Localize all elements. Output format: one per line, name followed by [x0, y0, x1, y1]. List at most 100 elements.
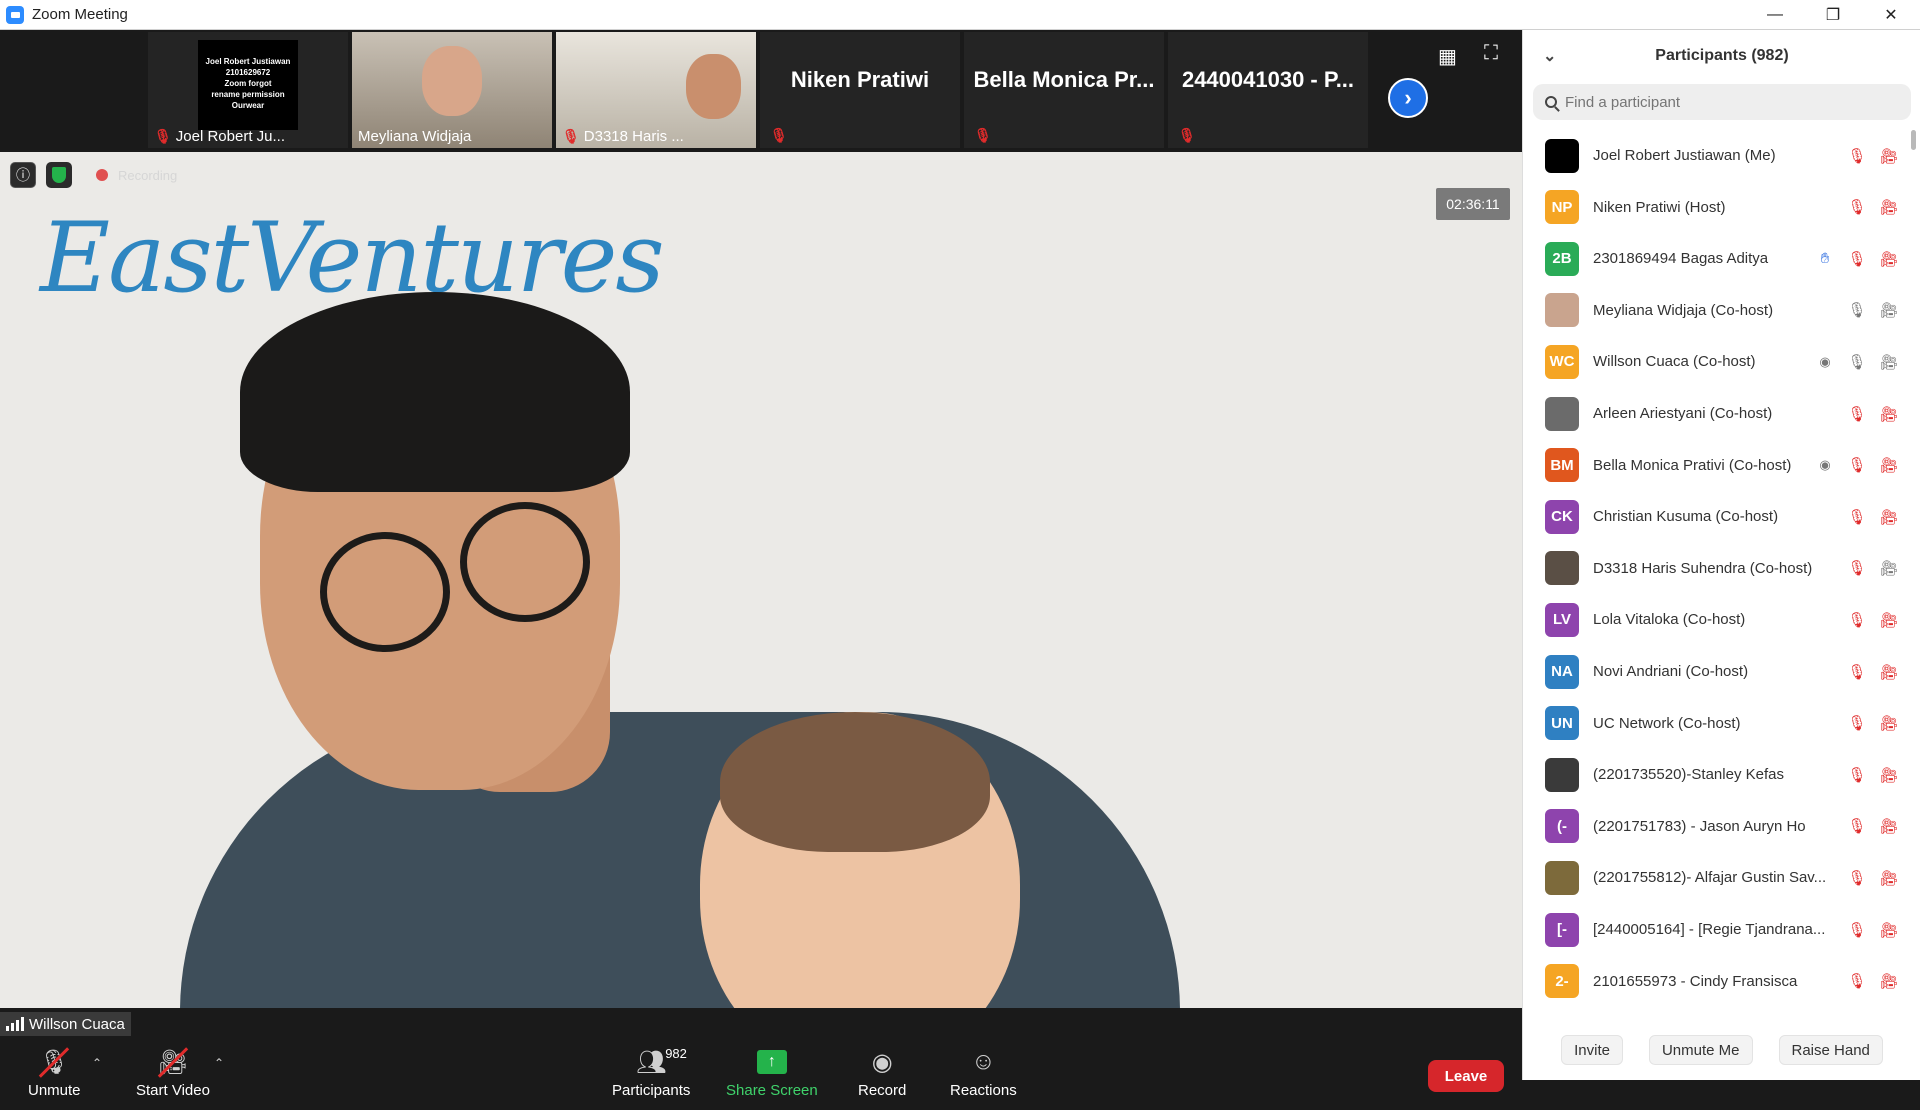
- video-off-icon: 🎥︎: [1879, 611, 1899, 629]
- reactions-button[interactable]: ☺ Reactions: [950, 1046, 1017, 1099]
- invite-button[interactable]: Invite: [1561, 1035, 1623, 1065]
- participant-row[interactable]: (- (2201751783) - Jason Auryn Ho 🎙︎ 🎥︎: [1523, 801, 1913, 852]
- panel-footer: Invite Unmute Me Raise Hand: [1523, 1020, 1920, 1080]
- thumbnail-meyliana[interactable]: Meyliana Widjaja: [352, 32, 552, 148]
- zoom-app-icon: [6, 5, 24, 24]
- restore-button[interactable]: ❐: [1804, 0, 1862, 30]
- thumbnail-label: 2440041030 - P...: [1181, 67, 1355, 92]
- participant-list-scrollbar[interactable]: [1911, 130, 1916, 150]
- participant-row[interactable]: BM Bella Monica Prativi (Co-host) ◉ 🎙︎ 🎥︎: [1523, 440, 1913, 491]
- mic-muted-icon: 🎙︎: [1178, 127, 1196, 143]
- mic-muted-icon: 🎙︎: [1847, 199, 1867, 217]
- avatar: [1545, 860, 1579, 895]
- avatar: WC: [1545, 344, 1579, 379]
- security-shield-icon[interactable]: [46, 162, 72, 188]
- audio-options-caret-icon[interactable]: ⌃: [92, 1056, 102, 1070]
- thumbnail-2440041030[interactable]: 2440041030 - P... 🎙︎: [1168, 32, 1368, 148]
- video-off-icon: 🎥︎: [1879, 147, 1899, 165]
- participant-row[interactable]: Joel Robert Justiawan (Me) 🎙︎ 🎥︎: [1523, 130, 1913, 181]
- poster-line: Zoom forgot: [224, 79, 272, 88]
- minimize-button[interactable]: —: [1746, 0, 1804, 30]
- start-video-button[interactable]: 🎥︎ Start Video: [136, 1046, 210, 1099]
- share-screen-button[interactable]: ↑ Share Screen: [726, 1046, 818, 1099]
- thumbnail-label: Niken Pratiwi: [790, 67, 930, 92]
- title-bar: Zoom Meeting — ❐ ✕: [0, 0, 1920, 30]
- meeting-info-icon[interactable]: ⓘ: [10, 162, 36, 188]
- thumbnail-bella[interactable]: Bella Monica Pr... 🎙︎: [964, 32, 1164, 148]
- recording-icon: ◉: [1819, 457, 1831, 473]
- gallery-view-icon[interactable]: ▦: [1438, 44, 1457, 69]
- participant-status-icons: 🎙︎ 🎥︎: [1847, 508, 1899, 526]
- fullscreen-icon[interactable]: ⛶: [1484, 42, 1498, 65]
- speaker-hair: [240, 292, 630, 492]
- video-off-icon: 🎥︎: [1879, 199, 1899, 217]
- thumbnail-label: Meyliana Widjaja: [358, 128, 472, 145]
- participant-row[interactable]: UN UC Network (Co-host) 🎙︎ 🎥︎: [1523, 698, 1913, 749]
- participant-status-icons: 🎙︎ 🎥︎: [1847, 921, 1899, 939]
- avatar: [1545, 396, 1579, 431]
- participant-status-icons: ✋︎ 🎙︎ 🎥︎: [1815, 250, 1899, 268]
- participant-row[interactable]: [- [2440005164] - [Regie Tjandrana... 🎙︎ 🎥︎: [1523, 904, 1913, 955]
- participant-row[interactable]: LV Lola Vitaloka (Co-host) 🎙︎ 🎥︎: [1523, 594, 1913, 645]
- participants-count: 982: [665, 1046, 687, 1061]
- participant-row[interactable]: WC Willson Cuaca (Co-host) ◉ 🎙︎ 🎥︎: [1523, 336, 1913, 387]
- participant-row[interactable]: NP Niken Pratiwi (Host) 🎙︎ 🎥︎: [1523, 182, 1913, 233]
- mic-muted-icon: 🎙︎: [34, 1046, 74, 1078]
- video-off-icon: 🎥︎: [1879, 250, 1899, 268]
- participant-row[interactable]: 2B 2301869494 Bagas Aditya ✋︎ 🎙︎ 🎥︎: [1523, 233, 1913, 284]
- participant-status-icons: 🎙︎ 🎥︎: [1847, 405, 1899, 423]
- participant-status-icons: 🎙︎ 🎥︎: [1847, 869, 1899, 887]
- meeting-area: Joel Robert Justiawan 2101629672 Zoom fo…: [0, 30, 1522, 1110]
- participant-search[interactable]: [1533, 84, 1911, 120]
- leave-button[interactable]: Leave: [1428, 1060, 1504, 1092]
- search-input[interactable]: [1565, 93, 1885, 111]
- participant-status-icons: ◉ 🎙︎ 🎥︎: [1815, 456, 1899, 474]
- video-options-caret-icon[interactable]: ⌃: [214, 1056, 224, 1070]
- participant-list[interactable]: Joel Robert Justiawan (Me) 🎙︎ 🎥︎ NP Niken Pr…: [1523, 130, 1920, 998]
- speaker-name-tag: Willson Cuaca: [0, 1012, 131, 1036]
- participant-status-icons: 🎙︎ 🎥︎: [1847, 972, 1899, 990]
- participants-button[interactable]: 👥︎ 982 Participants: [612, 1046, 690, 1099]
- participant-row[interactable]: Meyliana Widjaja (Co-host) 🎙︎ 🎥︎: [1523, 285, 1913, 336]
- video-icon: 🎥︎: [1879, 353, 1899, 371]
- video-off-icon: 🎥︎: [1879, 405, 1899, 423]
- mute-slash: [39, 1046, 70, 1078]
- reactions-icon: ☺: [971, 1048, 996, 1075]
- participant-row[interactable]: (2201755812)- Alfajar Gustin Sav... 🎙︎ 🎥︎: [1523, 852, 1913, 903]
- thumbnail-name: 🎙︎ Joel Robert Ju...: [154, 128, 285, 145]
- thumbnail-niken[interactable]: Niken Pratiwi 🎙︎: [760, 32, 960, 148]
- baby-hair: [720, 712, 990, 852]
- participant-row[interactable]: Arleen Ariestyani (Co-host) 🎙︎ 🎥︎: [1523, 388, 1913, 439]
- participant-status-icons: 🎙︎ 🎥︎: [1847, 611, 1899, 629]
- participant-row[interactable]: NA Novi Andriani (Co-host) 🎙︎ 🎥︎: [1523, 646, 1913, 697]
- thumbnail-joel[interactable]: Joel Robert Justiawan 2101629672 Zoom fo…: [148, 32, 348, 148]
- avatar: [1545, 551, 1579, 586]
- participant-name: 2101655973 - Cindy Fransisca: [1593, 972, 1798, 990]
- avatar: NA: [1545, 654, 1579, 689]
- window-title: Zoom Meeting: [32, 6, 128, 23]
- participant-row[interactable]: 2- 2101655973 - Cindy Fransisca 🎙︎ 🎥︎: [1523, 956, 1913, 998]
- close-button[interactable]: ✕: [1862, 0, 1920, 30]
- participant-row[interactable]: D3318 Haris Suhendra (Co-host) 🎙︎ 🎥︎: [1523, 543, 1913, 594]
- record-button[interactable]: ◉ Record: [858, 1046, 907, 1100]
- thumbnail-haris[interactable]: 🎙︎ D3318 Haris ...: [556, 32, 756, 148]
- mic-icon: 🎙︎: [1847, 353, 1867, 371]
- mic-muted-icon: 🎙︎: [1847, 818, 1867, 836]
- mic-muted-icon: 🎙︎: [1847, 508, 1867, 526]
- meeting-toolbar: 🎙︎ Unmute ⌃ 🎥︎ Start Video ⌃ 👥︎982 Parti…: [0, 1038, 1522, 1110]
- raised-hand-icon: ✋︎: [1820, 250, 1830, 268]
- mic-muted-icon: 🎙︎: [1847, 457, 1867, 475]
- video-off-icon: 🎥︎: [1879, 921, 1899, 939]
- thumbnail-name: 🎙︎ D3318 Haris ...: [562, 128, 684, 145]
- unmute-me-button[interactable]: Unmute Me: [1648, 1035, 1753, 1065]
- participant-name: Meyliana Widjaja (Co-host): [1593, 301, 1774, 319]
- avatar: NP: [1545, 190, 1579, 225]
- next-page-arrow-icon[interactable]: ›: [1388, 78, 1428, 118]
- raise-hand-button[interactable]: Raise Hand: [1778, 1035, 1883, 1065]
- participant-row[interactable]: (2201735520)-Stanley Kefas 🎙︎ 🎥︎: [1523, 749, 1913, 800]
- participants-label: Participants: [612, 1082, 691, 1099]
- record-label: Record: [858, 1082, 907, 1099]
- participant-row[interactable]: CK Christian Kusuma (Co-host) 🎙︎ 🎥︎: [1523, 491, 1913, 542]
- chevron-down-icon[interactable]: ⌄: [1543, 46, 1556, 66]
- unmute-button[interactable]: 🎙︎ Unmute: [28, 1046, 81, 1099]
